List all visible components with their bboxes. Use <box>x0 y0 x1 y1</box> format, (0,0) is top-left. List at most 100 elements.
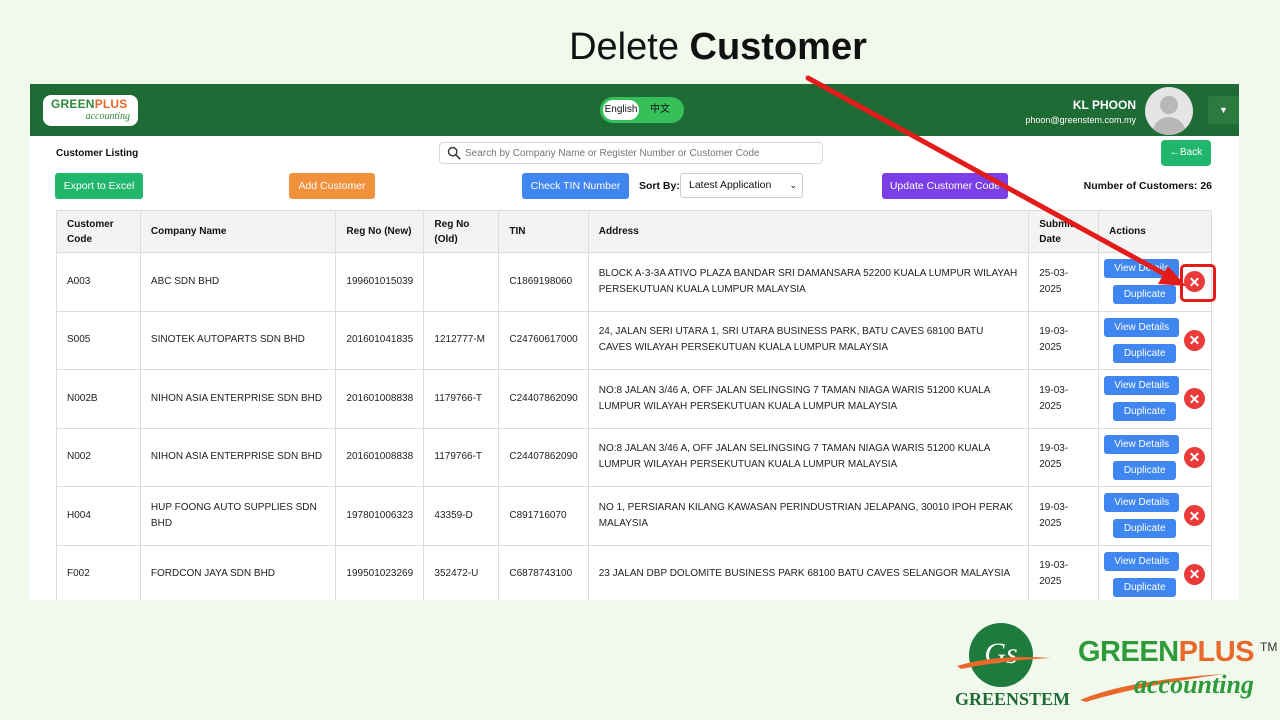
sort-value: Latest Application <box>689 179 772 191</box>
view-details-button[interactable]: View Details <box>1104 551 1180 571</box>
cell-reg-old: 1212777-M <box>423 310 500 370</box>
duplicate-button[interactable]: Duplicate <box>1113 402 1177 421</box>
app-logo[interactable]: GREENPLUS accounting <box>43 95 138 126</box>
cell-reg-old: 1179766-T <box>423 427 500 487</box>
cell-actions: View Details Duplicate <box>1098 369 1212 429</box>
cell-code: H004 <box>56 486 141 546</box>
cell-address: NO:8 JALAN 3/46 A, OFF JALAN SELINGSING … <box>587 427 1030 487</box>
duplicate-button[interactable]: Duplicate <box>1113 577 1177 597</box>
duplicate-button[interactable]: Duplicate <box>1113 343 1177 363</box>
lang-english[interactable]: English <box>603 100 639 120</box>
delete-icon[interactable] <box>1184 446 1206 468</box>
table-header-row: Customer Code Company Name Reg No (New) … <box>56 210 1212 253</box>
check-tin-button[interactable]: Check TIN Number <box>522 173 629 199</box>
sort-select[interactable]: Latest Application ⌄ <box>680 173 803 198</box>
duplicate-button[interactable]: Duplicate <box>1113 519 1177 538</box>
col-actions: Actions <box>1098 210 1212 253</box>
cell-company: NIHON ASIA ENTERPRISE SDN BHD <box>139 427 337 487</box>
cell-reg-new: 199601015039 <box>335 252 425 312</box>
cell-address: 24, JALAN SERI UTARA 1, SRI UTARA BUSINE… <box>587 310 1030 370</box>
cell-reg-old: 43359-D <box>423 486 500 546</box>
gp-plus: PLUS <box>1178 636 1255 668</box>
back-button[interactable]: ←Back <box>1161 140 1211 166</box>
chevron-down-icon: ▼ <box>1219 105 1228 115</box>
cell-company: HUP FOONG AUTO SUPPLIES SDN BHD <box>139 486 337 546</box>
cell-date: 19-03-2025 <box>1028 544 1100 600</box>
cell-code: N002B <box>56 369 141 429</box>
cell-tin: C891716070 <box>498 486 589 546</box>
language-toggle[interactable]: English 中文 <box>600 97 684 123</box>
lang-chinese[interactable]: 中文 <box>650 100 670 120</box>
app-window: GREENPLUS accounting English 中文 KL PHOON… <box>30 84 1239 600</box>
cell-code: S005 <box>56 310 141 370</box>
user-email: phoon@greenstem.com.my <box>1025 115 1136 125</box>
cell-reg-new: 197801006323 <box>335 486 425 546</box>
cell-address: NO 1, PERSIARAN KILANG KAWASAN PERINDUST… <box>587 486 1030 546</box>
view-details-button[interactable]: View Details <box>1104 317 1180 337</box>
table-row: H004 HUP FOONG AUTO SUPPLIES SDN BHD 197… <box>56 486 1212 546</box>
cell-company: ABC SDN BHD <box>139 252 337 312</box>
cell-code: N002 <box>56 427 141 487</box>
add-customer-button[interactable]: Add Customer <box>289 173 375 199</box>
update-customer-code-button[interactable]: Update Customer Code <box>882 173 1008 199</box>
view-details-button[interactable]: View Details <box>1104 434 1180 454</box>
cell-reg-old: 352472-U <box>423 544 500 600</box>
table-row: N002B NIHON ASIA ENTERPRISE SDN BHD 2016… <box>56 369 1212 429</box>
table-row: S005 SINOTEK AUTOPARTS SDN BHD 201601041… <box>56 310 1212 370</box>
cell-date: 19-03-2025 <box>1028 427 1100 487</box>
cell-actions: View Details Duplicate <box>1098 486 1212 546</box>
delete-icon[interactable] <box>1184 505 1206 526</box>
table-row: N002 NIHON ASIA ENTERPRISE SDN BHD 20160… <box>56 427 1212 487</box>
col-customer-code[interactable]: Customer Code <box>56 210 141 253</box>
col-company-name[interactable]: Company Name <box>139 210 337 253</box>
slide-title-light: Delete <box>569 26 679 68</box>
cell-date: 19-03-2025 <box>1028 310 1100 370</box>
table-row: A003 ABC SDN BHD 199601015039 C186919806… <box>56 252 1212 312</box>
cell-actions: View Details Duplicate <box>1098 427 1212 487</box>
cell-address: 23 JALAN DBP DOLOMITE BUSINESS PARK 6810… <box>587 544 1030 600</box>
cell-reg-new: 201601008838 <box>335 427 425 487</box>
duplicate-button[interactable]: Duplicate <box>1113 285 1177 304</box>
duplicate-button[interactable]: Duplicate <box>1113 460 1177 480</box>
delete-icon[interactable] <box>1184 388 1206 409</box>
cell-code: F002 <box>56 544 141 600</box>
cell-company: SINOTEK AUTOPARTS SDN BHD <box>139 310 337 370</box>
table-row: F002 FORDCON JAYA SDN BHD 199501023269 3… <box>56 544 1212 600</box>
top-bar: GREENPLUS accounting English 中文 KL PHOON… <box>30 84 1239 136</box>
greenplus-logo: GREENPLUS TM accounting <box>1078 636 1278 706</box>
search-box[interactable] <box>439 142 823 164</box>
col-submit-date[interactable]: Submit Date <box>1028 210 1100 253</box>
cell-address: NO:8 JALAN 3/46 A, OFF JALAN SELINGSING … <box>587 369 1030 429</box>
cell-company: FORDCON JAYA SDN BHD <box>139 544 337 600</box>
export-excel-button[interactable]: Export to Excel <box>55 173 143 199</box>
cell-date: 19-03-2025 <box>1028 486 1100 546</box>
cell-date: 25-03-2025 <box>1028 252 1100 312</box>
page-title: Customer Listing <box>56 148 139 159</box>
col-reg-no-new[interactable]: Reg No (New) <box>335 210 425 253</box>
view-details-button[interactable]: View Details <box>1104 259 1180 278</box>
gp-green: GREEN <box>1078 636 1179 668</box>
cell-reg-old <box>423 252 500 312</box>
view-details-button[interactable]: View Details <box>1104 376 1180 395</box>
cell-reg-new: 199501023269 <box>335 544 425 600</box>
delete-icon[interactable] <box>1184 563 1206 585</box>
col-address[interactable]: Address <box>587 210 1030 253</box>
avatar-icon[interactable] <box>1145 87 1193 135</box>
cell-tin: C24407862090 <box>498 369 589 429</box>
cell-tin: C6878743100 <box>498 544 589 600</box>
greenstem-logo: Gs GREENSTEM <box>955 620 1070 715</box>
delete-icon[interactable] <box>1184 329 1206 351</box>
search-icon <box>447 146 461 160</box>
cell-reg-old: 1179766-T <box>423 369 500 429</box>
cell-actions: View Details Duplicate <box>1098 544 1212 600</box>
customer-count: Number of Customers: 26 <box>1083 180 1212 192</box>
sort-label: Sort By: <box>639 180 680 192</box>
cell-date: 19-03-2025 <box>1028 369 1100 429</box>
cell-company: NIHON ASIA ENTERPRISE SDN BHD <box>139 369 337 429</box>
col-tin[interactable]: TIN <box>498 210 589 253</box>
view-details-button[interactable]: View Details <box>1104 493 1180 512</box>
cell-tin: C24407862090 <box>498 427 589 487</box>
col-reg-no-old[interactable]: Reg No (Old) <box>423 210 500 253</box>
user-menu-button[interactable]: ▼ <box>1208 96 1239 124</box>
search-input[interactable] <box>465 145 815 161</box>
